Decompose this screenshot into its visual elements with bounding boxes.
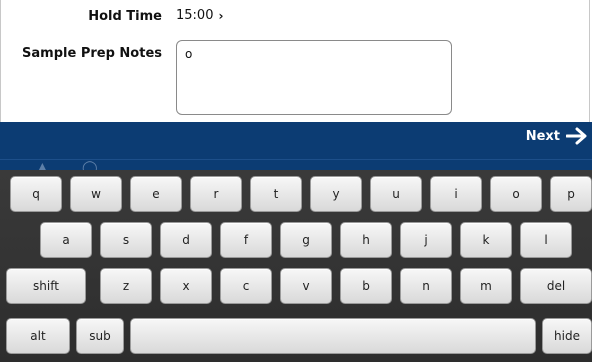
partial-up-arrow-icon: ▲	[37, 160, 48, 170]
key-s[interactable]: s	[100, 222, 152, 258]
on-screen-keyboard: q w e r t y u i o p a s d f g h j k l sh…	[0, 170, 592, 362]
key-h[interactable]: h	[340, 222, 392, 258]
key-d[interactable]: d	[160, 222, 212, 258]
key-x[interactable]: x	[160, 268, 212, 304]
next-button[interactable]: Next	[526, 127, 588, 145]
key-r[interactable]: r	[190, 176, 242, 212]
key-w[interactable]: w	[70, 176, 122, 212]
key-n[interactable]: n	[400, 268, 452, 304]
hold-time-value: 15:00	[176, 8, 214, 23]
next-label: Next	[525, 128, 560, 144]
key-k[interactable]: k	[460, 222, 512, 258]
key-u[interactable]: u	[370, 176, 422, 212]
key-sub[interactable]: sub	[76, 318, 124, 354]
key-g[interactable]: g	[280, 222, 332, 258]
partial-circle-icon: ◯	[82, 160, 98, 170]
arrow-right-icon	[566, 127, 588, 145]
sample-prep-notes-input[interactable]: o	[176, 40, 452, 115]
key-alt[interactable]: alt	[6, 318, 70, 354]
hold-time-selector[interactable]: 15:00 ›	[176, 8, 223, 23]
key-f[interactable]: f	[220, 222, 272, 258]
key-e[interactable]: e	[130, 176, 182, 212]
key-m[interactable]: m	[460, 268, 512, 304]
key-shift[interactable]: shift	[6, 268, 86, 304]
key-l[interactable]: l	[520, 222, 572, 258]
key-o[interactable]: o	[490, 176, 542, 212]
key-z[interactable]: z	[100, 268, 152, 304]
key-y[interactable]: y	[310, 176, 362, 212]
key-space[interactable]	[130, 318, 536, 354]
key-v[interactable]: v	[280, 268, 332, 304]
hidden-controls-strip: ▲ ◯	[0, 160, 592, 170]
key-j[interactable]: j	[400, 222, 452, 258]
task-form: Hold Time 15:00 › Sample Prep Notes o	[0, 0, 590, 122]
chevron-right-icon: ›	[218, 8, 224, 23]
key-del[interactable]: del	[520, 268, 592, 304]
key-i[interactable]: i	[430, 176, 482, 212]
key-t[interactable]: t	[250, 176, 302, 212]
key-q[interactable]: q	[10, 176, 62, 212]
key-p[interactable]: p	[550, 176, 592, 212]
key-a[interactable]: a	[40, 222, 92, 258]
key-b[interactable]: b	[340, 268, 392, 304]
key-c[interactable]: c	[220, 268, 272, 304]
sample-prep-notes-label: Sample Prep Notes	[22, 46, 162, 61]
sample-prep-notes-text: o	[185, 47, 193, 61]
navigation-bar: Next	[0, 122, 592, 160]
hold-time-label: Hold Time	[88, 9, 162, 24]
key-hide[interactable]: hide	[542, 318, 592, 354]
